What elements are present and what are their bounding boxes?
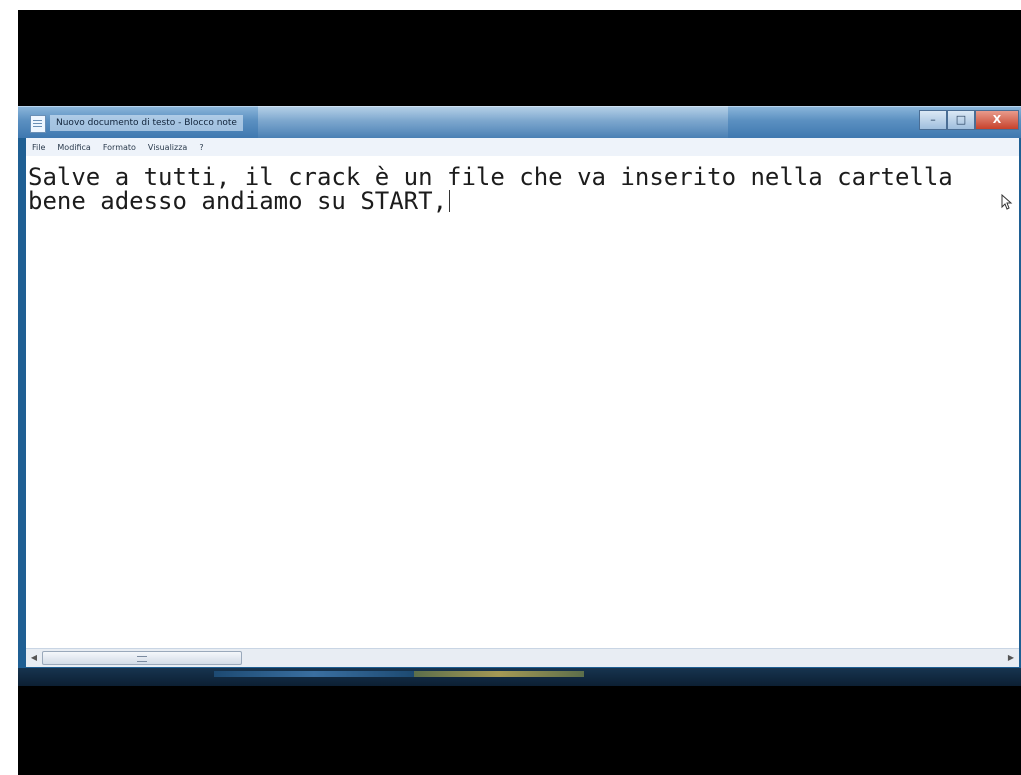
taskbar-active-button[interactable] — [414, 671, 584, 677]
title-bar[interactable]: Nuovo documento di testo - Blocco note –… — [18, 106, 1021, 138]
window-controls: – □ X — [919, 110, 1019, 130]
text-caret — [449, 190, 451, 212]
minimize-button[interactable]: – — [919, 110, 947, 130]
title-bar-glow — [258, 106, 728, 138]
scrollbar-thumb[interactable] — [42, 651, 242, 665]
scroll-right-arrow-icon[interactable]: ▶ — [1005, 652, 1017, 664]
horizontal-scrollbar[interactable]: ◀ ▶ — [26, 648, 1019, 667]
editor-line-2-text[interactable]: bene adesso andiamo su START, — [28, 187, 447, 215]
window-title: Nuovo documento di testo - Blocco note — [50, 115, 243, 131]
close-button[interactable]: X — [975, 110, 1019, 130]
menu-bar: File Modifica Formato Visualizza ? — [26, 138, 1019, 157]
menu-modifica[interactable]: Modifica — [51, 143, 96, 152]
taskbar — [18, 668, 1021, 686]
editor-line-2[interactable]: bene adesso andiamo su START, — [28, 187, 451, 215]
menu-help[interactable]: ? — [193, 143, 209, 152]
notepad-window: Nuovo documento di testo - Blocco note –… — [18, 106, 1021, 686]
text-editor-area[interactable]: Salve a tutti, il crack è un file che va… — [26, 156, 1019, 648]
menu-formato[interactable]: Formato — [97, 143, 142, 152]
mouse-pointer-icon — [1001, 194, 1013, 210]
menu-visualizza[interactable]: Visualizza — [142, 143, 193, 152]
scroll-left-arrow-icon[interactable]: ◀ — [28, 652, 40, 664]
notepad-icon[interactable] — [30, 115, 46, 133]
grip-icon — [137, 656, 147, 662]
menu-file[interactable]: File — [26, 143, 51, 152]
maximize-button[interactable]: □ — [947, 110, 975, 130]
taskbar-button[interactable] — [214, 671, 414, 677]
